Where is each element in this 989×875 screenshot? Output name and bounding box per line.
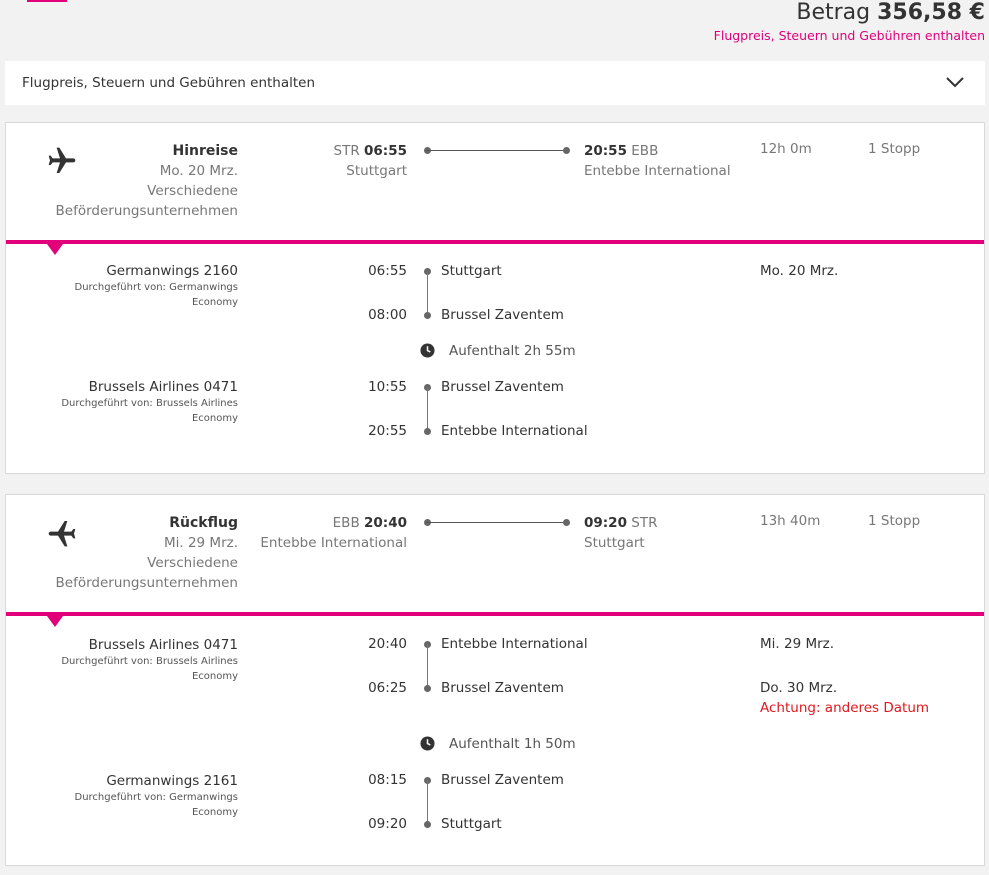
return-summary: Rückflug Mi. 29 Mrz. Verschiedene Beförd… [56, 513, 239, 593]
arrival-code: STR [631, 515, 658, 531]
segment-dot [424, 428, 431, 435]
segment-line [427, 271, 428, 315]
segment-date: Mo. 20 Mrz. [760, 263, 839, 279]
operated-by: Durchgeführt von: Germanwings [74, 792, 239, 803]
departure-time: 20:40 [364, 515, 407, 531]
layover-duration: Aufenthalt 1h 50m [449, 736, 576, 752]
segment-line [427, 644, 428, 688]
departure-code: EBB [332, 515, 360, 531]
segment-carrier: Brussels Airlines 0471 Durchgeführt von:… [61, 378, 238, 426]
detail-divider [6, 612, 984, 616]
segment-arrival-date: Do. 30 Mrz. [760, 680, 838, 696]
cabin-class: Economy [191, 671, 238, 682]
segment-carrier: Germanwings 2161 Durchgeführt von: Germa… [75, 772, 239, 820]
price-summary: Betrag 356,58 € Flugpreis, Steuern und G… [714, 0, 985, 43]
date-change-warning: Achtung: anderes Datum [760, 700, 930, 716]
segment-departure-time: 08:15 [368, 772, 407, 788]
total-note: Flugpreis, Steuern und Gebühren enthalte… [713, 28, 985, 43]
chevron-down-icon[interactable] [945, 75, 965, 89]
detail-divider [6, 240, 984, 244]
cabin-class: Economy [191, 413, 238, 424]
outbound-flight-card[interactable]: Hinreise Mo. 20 Mrz. Verschiedene Beförd… [5, 122, 985, 474]
flight-number: Germanwings 2160 [106, 263, 238, 279]
departure-code: STR [333, 143, 360, 159]
expand-indicator [47, 616, 63, 627]
flight-date: Mo. 20 Mrz. [159, 163, 238, 179]
segment-dot [424, 312, 431, 319]
segment-line [427, 387, 428, 431]
carrier-line-2: Beförderungsunternehmen [55, 575, 239, 591]
stop-count: 1 Stopp [868, 141, 921, 157]
segment-arrival-time: 09:20 [368, 816, 407, 832]
carrier-line-1: Verschiedene [147, 555, 238, 571]
operated-by: Durchgeführt von: Brussels Airlines [61, 656, 238, 667]
price-details-toggle[interactable]: Flugpreis, Steuern und Gebühren enthalte… [5, 61, 985, 105]
cabin-class: Economy [191, 297, 238, 308]
segment-dot [424, 821, 431, 828]
departure-city: Entebbe International [260, 535, 407, 551]
segment-departure-time: 10:55 [368, 379, 407, 395]
outbound-summary: Hinreise Mo. 20 Mrz. Verschiedene Beförd… [56, 141, 239, 221]
segment-arrival-place: Brussel Zaventem [441, 307, 564, 323]
departure-info: STR 06:55 Stuttgart [334, 141, 407, 181]
segment-date: Mi. 29 Mrz. [760, 636, 835, 652]
arrival-info: 09:20 STR Stuttgart [584, 513, 657, 553]
direction-label: Rückflug [169, 515, 238, 531]
flight-date: Mi. 29 Mrz. [163, 535, 238, 551]
segment-departure-place: Brussel Zaventem [441, 772, 564, 788]
arrival-code: EBB [631, 143, 659, 159]
clock-icon [420, 343, 435, 358]
flight-number: Brussels Airlines 0471 [88, 379, 238, 395]
arrival-time: 09:20 [584, 515, 627, 531]
layover-duration: Aufenthalt 2h 55m [449, 343, 576, 359]
route-dot-end [563, 147, 570, 154]
return-flight-card[interactable]: Rückflug Mi. 29 Mrz. Verschiedene Beförd… [5, 494, 985, 866]
segment-departure-time: 20:40 [368, 636, 407, 652]
departure-city: Stuttgart [346, 163, 407, 179]
segment-departure-place: Entebbe International [441, 636, 588, 652]
segment-arrival-place: Brussel Zaventem [441, 680, 564, 696]
carrier-line-2: Beförderungsunternehmen [55, 203, 239, 219]
segment-line [427, 780, 428, 824]
departure-time: 06:55 [364, 143, 407, 159]
total-amount: 356,58 € [877, 0, 985, 25]
direction-label: Hinreise [172, 143, 238, 159]
arrival-city: Entebbe International [584, 163, 731, 179]
route-dot-end [563, 519, 570, 526]
segment-arrival-time: 06:25 [368, 680, 407, 696]
segment-carrier: Germanwings 2160 Durchgeführt von: Germa… [75, 262, 239, 310]
total-price: Betrag 356,58 € [714, 0, 985, 26]
cabin-class: Economy [191, 807, 238, 818]
flight-duration: 13h 40m [760, 513, 821, 529]
arrival-time: 20:55 [584, 143, 627, 159]
segment-arrival-place: Entebbe International [441, 423, 588, 439]
flight-duration: 12h 0m [760, 141, 812, 157]
segment-arrival-time: 08:00 [368, 307, 407, 323]
operated-by: Durchgeführt von: Brussels Airlines [61, 398, 238, 409]
flight-number: Germanwings 2161 [106, 773, 238, 789]
operated-by: Durchgeführt von: Germanwings [74, 282, 239, 293]
total-label: Betrag [796, 0, 871, 25]
route-line [426, 150, 566, 151]
clock-icon [420, 736, 435, 751]
route-line [426, 522, 566, 523]
stop-count: 1 Stopp [868, 513, 921, 529]
departure-info: EBB 20:40 Entebbe International [260, 513, 407, 553]
arrival-info: 20:55 EBB Entebbe International [584, 141, 731, 181]
carrier-line-1: Verschiedene [147, 183, 238, 199]
accent-tab-indicator [27, 0, 67, 2]
segment-departure-time: 06:55 [368, 263, 407, 279]
expand-indicator [47, 244, 63, 255]
arrival-city: Stuttgart [584, 535, 645, 551]
segment-carrier: Brussels Airlines 0471 Durchgeführt von:… [61, 636, 238, 684]
flight-number: Brussels Airlines 0471 [88, 637, 238, 653]
price-details-label: Flugpreis, Steuern und Gebühren enthalte… [22, 75, 316, 91]
segment-arrival-place: Stuttgart [441, 816, 502, 832]
segment-dot [424, 685, 431, 692]
segment-departure-place: Brussel Zaventem [441, 379, 564, 395]
segment-departure-place: Stuttgart [441, 263, 502, 279]
segment-arrival-time: 20:55 [368, 423, 407, 439]
